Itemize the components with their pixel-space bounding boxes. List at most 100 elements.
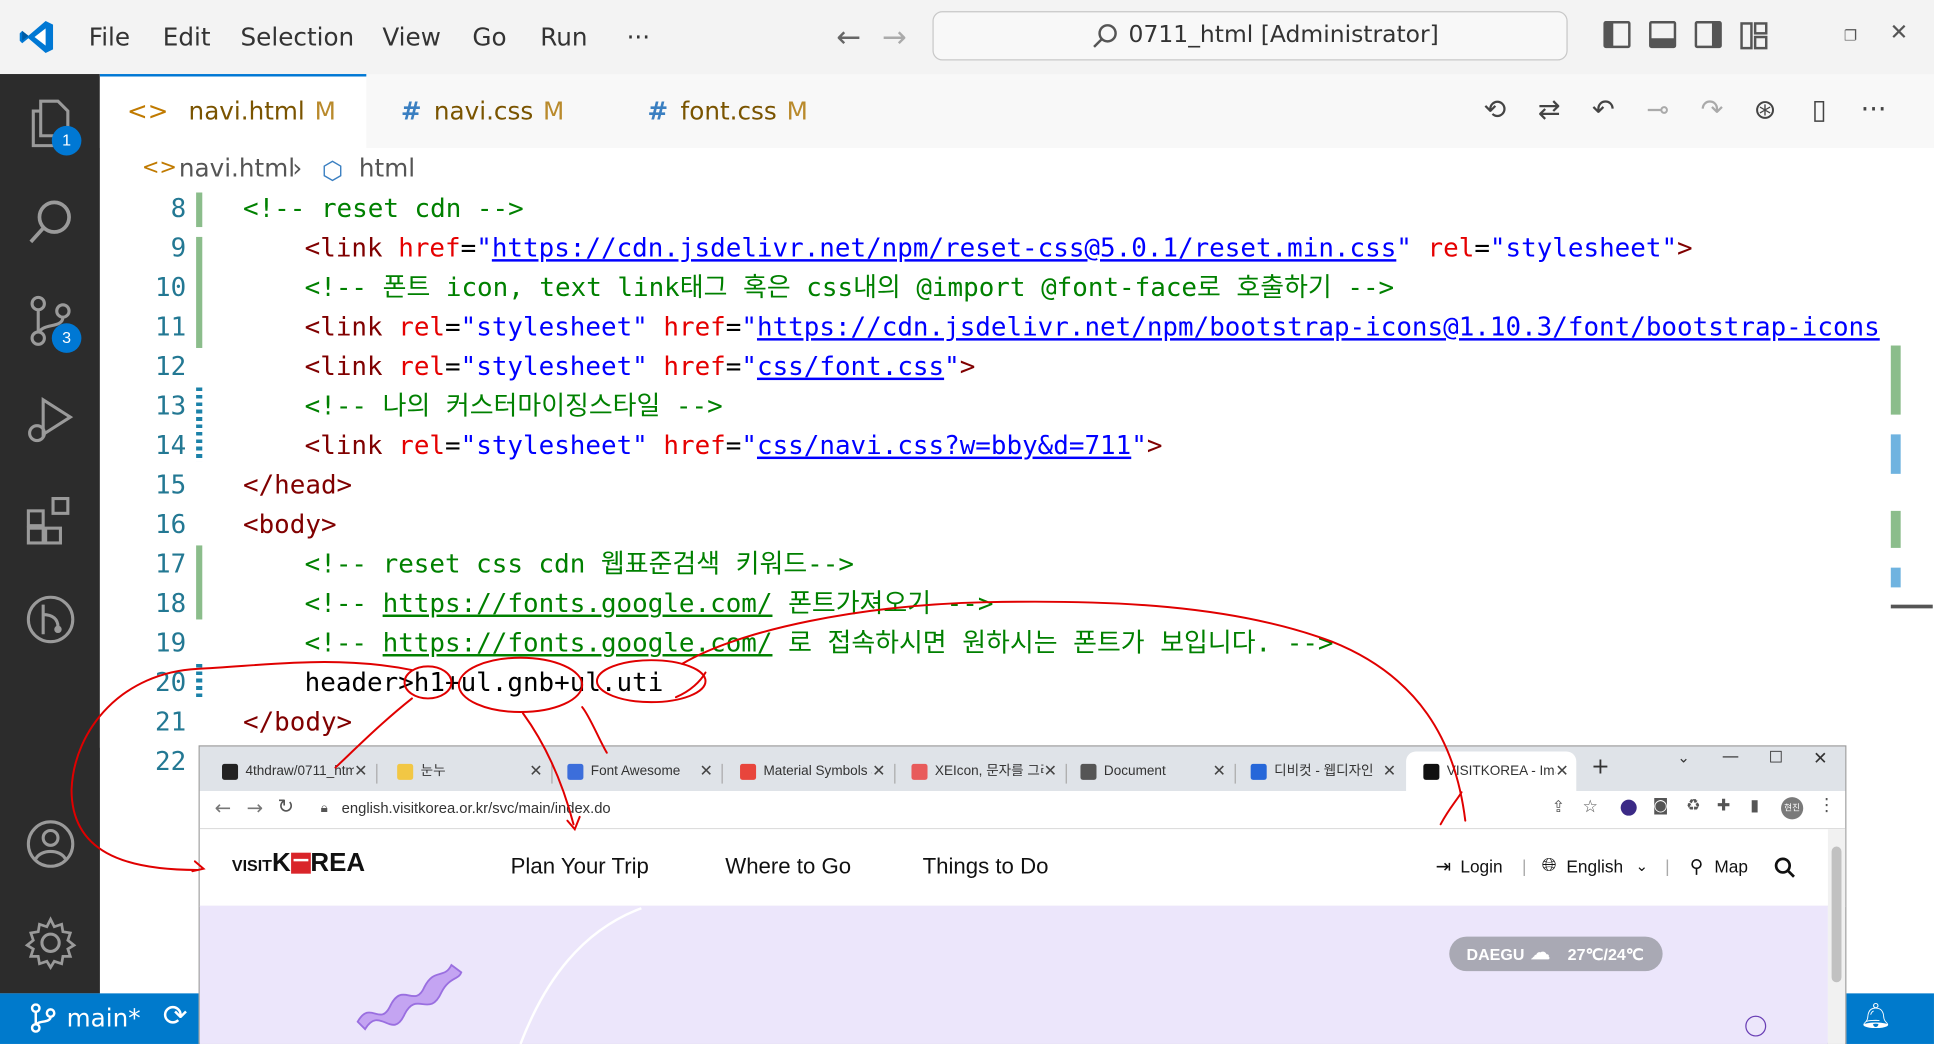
tab-navi-html[interactable]: <> navi.html M [99, 74, 367, 189]
git-branch-icon[interactable] [30, 1003, 57, 1033]
browser-tab-title: VISITKOREA - Imag [1446, 763, 1556, 779]
browser-tab[interactable]: 디비컷 - 웹디자인 ✕ [1233, 752, 1403, 791]
uti-login[interactable]: Login [1460, 856, 1502, 876]
customize-layout-icon[interactable] [1739, 21, 1769, 51]
recycle-extension-icon[interactable]: ♻ [1686, 797, 1700, 816]
breadcrumb-file[interactable]: navi.html [179, 153, 295, 183]
close-tab-icon[interactable]: ✕ [699, 752, 712, 791]
back-arrow-icon[interactable]: ← [836, 20, 861, 55]
command-center[interactable]: 0711_html [Administrator] [932, 11, 1568, 61]
browser-tab-title: 디비컷 - 웹디자인 [1274, 763, 1374, 779]
close-tab-icon[interactable]: ✕ [1383, 752, 1396, 791]
title-bar: File Edit Selection View Go Run ··· ← → … [0, 0, 1934, 76]
close-tab-icon[interactable]: ✕ [872, 752, 885, 791]
code-line-18: <!-- https://fonts.google.com/ 폰트가져오기 --… [304, 588, 994, 619]
uti-divider: | [1665, 856, 1670, 877]
address-bar[interactable]: english.visitkorea.or.kr/svc/main/index.… [342, 800, 611, 817]
tab-search-icon[interactable]: ⌄ [1677, 749, 1689, 766]
more-actions-icon[interactable]: ··· [1855, 91, 1892, 128]
gnb-plan-your-trip[interactable]: Plan Your Trip [511, 854, 649, 880]
toggle-panel-icon[interactable] [1649, 20, 1677, 49]
menu-view[interactable]: View [382, 0, 441, 74]
close-tab-icon[interactable]: ✕ [1555, 752, 1568, 791]
new-tab-icon[interactable]: + [1591, 754, 1610, 780]
gnb-where-to-go[interactable]: Where to Go [725, 854, 851, 880]
browser-tab[interactable]: VISITKOREA - Imag✕ [1406, 751, 1577, 791]
visitkorea-logo[interactable]: VISITK REA [232, 849, 365, 879]
commit-icon[interactable]: ⊸ [1639, 91, 1676, 128]
source-control-activity[interactable]: 3 [0, 281, 100, 360]
compare-changes-icon[interactable]: ⇄ [1531, 91, 1568, 128]
search-activity[interactable] [0, 183, 100, 262]
menu-go[interactable]: Go [472, 0, 506, 74]
close-tab-icon[interactable]: ✕ [1044, 752, 1057, 791]
browser-tab[interactable]: Font Awesome ✕ [550, 752, 720, 791]
browser-forward-icon[interactable]: → [247, 796, 264, 819]
close-window-icon[interactable]: ✕ [1890, 20, 1909, 46]
git-graph-activity[interactable] [0, 580, 100, 659]
code-line-14: <link rel="stylesheet" href="css/navi.cs… [304, 430, 1163, 461]
uti-language[interactable]: English [1566, 856, 1623, 876]
profile-avatar[interactable]: 현진 [1781, 797, 1804, 820]
split-editor-icon[interactable]: ▯ [1801, 91, 1838, 128]
explorer-activity[interactable]: 1 [0, 84, 100, 163]
browser-back-icon[interactable]: ← [215, 796, 232, 819]
gnb-things-to-do[interactable]: Things to Do [923, 854, 1049, 880]
share-icon[interactable]: ⇪ [1552, 798, 1565, 817]
open-preview-icon[interactable]: ⊛ [1746, 91, 1783, 128]
sync-icon[interactable]: ⟳ [163, 998, 188, 1033]
minimize-icon[interactable]: — [1722, 747, 1739, 767]
ribbon-decoration [356, 963, 463, 1031]
side-panel-icon[interactable]: ▮ [1750, 797, 1759, 816]
maximize-icon[interactable]: ☐ [1769, 749, 1783, 768]
weather-widget[interactable]: DAEGU ☁ 27℃/24℃ [1449, 936, 1663, 972]
forward-arrow-icon[interactable]: → [882, 20, 907, 55]
accounts-activity[interactable] [0, 805, 100, 884]
page-scrollbar[interactable] [1827, 829, 1846, 1044]
browser-close-icon[interactable]: ✕ [1813, 749, 1827, 769]
manage-activity[interactable] [0, 903, 100, 982]
reload-icon[interactable]: ↻ [278, 795, 295, 818]
toggle-secondary-sidebar-icon[interactable] [1694, 20, 1722, 49]
browser-tab[interactable]: 눈누 ✕ [380, 752, 550, 791]
browser-tab[interactable]: Material Symbols a ✕ [723, 752, 893, 791]
code-line-15: </head> [242, 470, 353, 500]
go-back-change-icon[interactable]: ↶ [1585, 91, 1622, 128]
close-tab-icon[interactable]: ✕ [529, 752, 542, 791]
browser-tab[interactable]: XEIcon, 문자를 그리 ✕ [894, 752, 1064, 791]
toggle-primary-sidebar-icon[interactable] [1603, 20, 1631, 49]
browser-tab[interactable]: 4thdraw/0711_html ✕ [205, 752, 375, 791]
lock-icon[interactable]: 🔒︎ [321, 800, 328, 817]
extension-icon[interactable] [1620, 799, 1637, 816]
restore-window-icon[interactable]: ❐ [1844, 27, 1857, 44]
browser-tab[interactable]: Document ✕ [1063, 752, 1233, 791]
css-file-icon: # [400, 96, 422, 126]
go-forward-change-icon[interactable]: ↷ [1693, 91, 1730, 128]
bookmark-star-icon[interactable]: ☆ [1582, 797, 1597, 817]
close-tab-icon[interactable]: ✕ [1213, 752, 1226, 791]
branch-name[interactable]: main* [67, 1003, 141, 1033]
breadcrumb-node[interactable]: html [359, 153, 415, 183]
menu-run[interactable]: Run [540, 0, 587, 74]
tab-font-css[interactable]: # font.css M [618, 74, 860, 148]
tab-navi-css[interactable]: # navi.css M [374, 74, 616, 148]
scrollbar-thumb[interactable] [1831, 846, 1842, 983]
menu-selection[interactable]: Selection [241, 0, 355, 74]
menu-more[interactable]: ··· [627, 0, 651, 74]
favicon-icon [1250, 763, 1267, 780]
site-search-icon[interactable] [1774, 856, 1796, 878]
gift-box-icon [290, 852, 311, 874]
uti-map[interactable]: Map [1714, 856, 1748, 876]
code-editor[interactable]: 8 9 10 11 12 13 14 15 16 17 18 19 20 21 22 <!-- reset … [99, 192, 1934, 776]
menu-file[interactable]: File [89, 0, 130, 74]
notifications-bell-icon[interactable]: 🔔︎ [1860, 1001, 1891, 1031]
close-tab-icon[interactable]: ✕ [354, 752, 367, 791]
menu-edit[interactable]: Edit [163, 0, 211, 74]
timeline-icon[interactable]: ⟲ [1476, 91, 1513, 128]
extensions-activity[interactable] [0, 481, 100, 560]
git-modified-marker [196, 387, 203, 462]
camera-extension-icon[interactable]: ◙ [1653, 797, 1669, 816]
extensions-puzzle-icon[interactable]: ✚ [1717, 797, 1730, 816]
browser-menu-icon[interactable]: ⋮ [1818, 796, 1835, 816]
run-debug-activity[interactable] [0, 380, 100, 459]
